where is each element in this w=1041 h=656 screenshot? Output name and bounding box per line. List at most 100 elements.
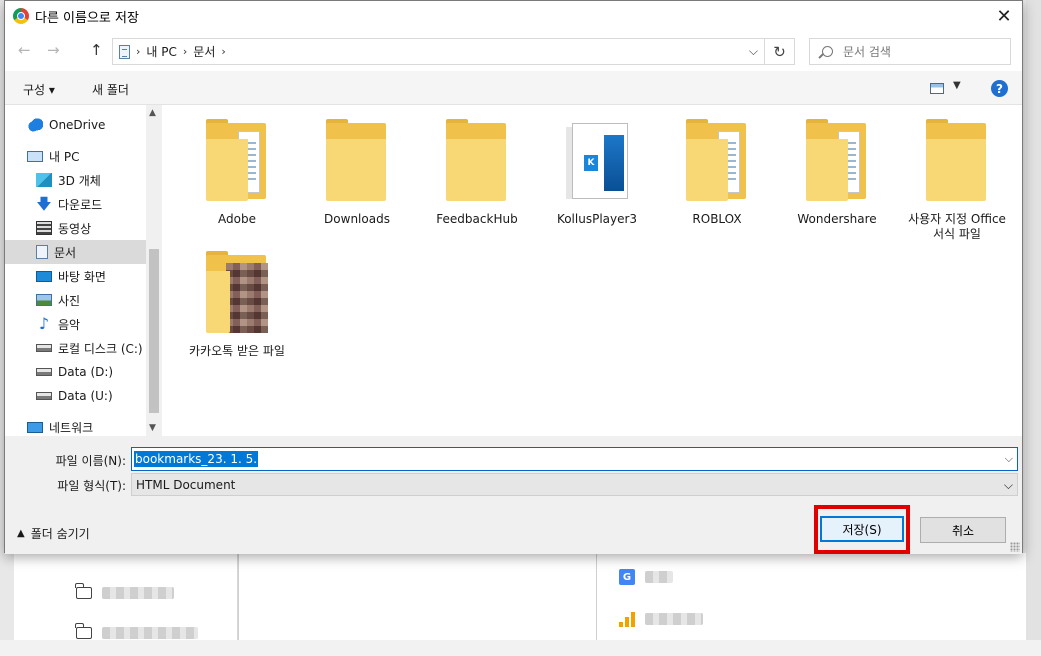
search-icon [822,46,833,57]
analytics-icon [619,611,635,627]
chevron-right-icon[interactable]: › [136,45,140,58]
folder-item-wondershare[interactable]: Wondershare [787,119,887,227]
kollus-app-icon: K [566,123,628,201]
folder-icon [446,119,508,201]
sidebar-item-videos[interactable]: 동영상 [5,216,146,240]
background-scrollbar [1026,0,1041,656]
forward-arrow-icon[interactable]: → [47,41,60,59]
sidebar-item-downloads[interactable]: 🡇 다운로드 [5,192,146,216]
filetype-value: HTML Document [136,477,236,492]
sidebar-item-data-d[interactable]: Data (D:) [5,360,146,384]
folder-item-office-templates[interactable]: 사용자 지정 Office 서식 파일 [907,119,1007,242]
chevron-down-icon[interactable]: ⌵ [1004,478,1013,493]
chevron-down-icon[interactable]: ⌵ [1005,452,1013,466]
download-icon: 🡇 [36,195,52,213]
folder-icon [75,583,92,599]
up-arrow-icon[interactable]: ↑ [90,41,103,59]
sidebar-item-my-pc[interactable]: 내 PC [5,144,146,168]
filetype-select[interactable]: HTML Document ⌵ [131,473,1018,496]
save-as-dialog: 다른 이름으로 저장 ✕ ← → ↑ › 내 PC › 문서 › ⌵ ↻ 문서 … [4,0,1023,554]
filename-field[interactable]: bookmarks_23. 1. 5. ⌵ [131,447,1018,471]
background-row [619,611,703,627]
breadcrumb-my-pc[interactable]: 내 PC [146,43,176,60]
computer-icon [27,150,43,162]
organize-button[interactable]: 구성 ▾ [23,81,55,98]
folder-icon [686,119,748,201]
refresh-button[interactable]: ↻ [765,38,795,65]
cube-icon [36,173,52,187]
address-bar[interactable]: › 내 PC › 문서 › ⌵ [112,38,765,65]
sidebar-item-3d-objects[interactable]: 3D 개체 [5,168,146,192]
file-label: 카카오톡 받은 파일 [189,344,285,358]
sidebar-item-label: 네트워크 [49,420,94,435]
filetype-label: 파일 형식(T): [57,479,126,493]
cloud-icon [27,118,43,132]
folder-item-adobe[interactable]: Adobe [187,119,287,227]
search-input[interactable]: 문서 검색 [809,38,1011,65]
file-label: FeedbackHub [436,212,518,226]
sidebar-item-local-disk-c[interactable]: 로컬 디스크 (C:) [5,336,146,360]
folder-item-roblox[interactable]: ROBLOX [667,119,767,227]
address-row: ← → ↑ › 내 PC › 문서 › ⌵ ↻ 문서 검색 [5,31,1022,71]
chevron-down-icon[interactable]: ⌵ [749,44,758,59]
blurred-text [645,613,703,625]
hide-folders-button[interactable]: ▲ 폴더 숨기기 [17,525,90,542]
scroll-up-icon[interactable]: ▲ [149,108,156,118]
sidebar-item-onedrive[interactable]: OneDrive [27,113,146,137]
view-options-icon[interactable] [930,83,944,94]
document-icon [36,245,48,259]
chevron-up-icon: ▲ [17,528,25,539]
breadcrumb-documents[interactable]: 문서 [193,43,215,60]
sidebar-scrollbar[interactable]: ▲ ▼ [146,105,162,436]
folder-icon [206,119,268,201]
drive-icon [36,344,52,352]
google-translate-icon: G [619,569,635,585]
file-label: 사용자 지정 Office 서식 파일 [908,212,1006,241]
image-folder-icon [206,251,268,333]
background-row [75,623,198,639]
sidebar-item-label: 동영상 [58,221,92,236]
folder-icon [75,623,92,639]
sidebar-item-music[interactable]: ♪ 음악 [5,312,146,336]
chevron-right-icon[interactable]: › [221,45,225,58]
scroll-down-icon[interactable]: ▼ [149,423,156,433]
folder-item-kollusplayer3[interactable]: K KollusPlayer3 [547,123,647,227]
sidebar-item-label: 음악 [58,317,81,332]
filename-label: 파일 이름(N): [55,454,126,468]
sidebar-item-data-u[interactable]: Data (U:) [5,384,146,408]
sidebar-item-documents[interactable]: 문서 [5,240,146,264]
navigation-pane: OneDrive 내 PC 3D 개체 🡇 다운로드 동영상 문서 바탕 화면 [5,105,162,436]
folder-item-feedbackhub[interactable]: FeedbackHub [427,119,527,227]
back-arrow-icon[interactable]: ← [18,41,31,59]
save-options-panel: 파일 이름(N): bookmarks_23. 1. 5. ⌵ 파일 형식(T)… [5,436,1022,554]
filename-value[interactable]: bookmarks_23. 1. 5. [134,451,259,467]
help-icon[interactable]: ? [991,80,1008,97]
resize-grip[interactable] [1010,542,1020,552]
folder-item-kakaotalk[interactable]: 카카오톡 받은 파일 [187,251,287,359]
sidebar-item-pictures[interactable]: 사진 [5,288,146,312]
background-bottom-strip [0,640,1041,656]
music-icon: ♪ [38,314,50,333]
sidebar-item-label: OneDrive [49,118,106,132]
sidebar-item-label: 사진 [58,293,81,308]
drive-icon [36,368,52,376]
background-row [75,583,174,599]
sidebar-item-label: Data (D:) [58,365,114,379]
save-button[interactable]: 저장(S) [820,516,904,542]
video-icon [36,221,52,235]
new-folder-button[interactable]: 새 폴더 [92,81,129,98]
background-row: G [619,569,673,585]
close-button[interactable]: ✕ [990,3,1018,29]
sidebar-item-label: 바탕 화면 [58,269,106,284]
sidebar-item-label: 문서 [54,245,77,260]
scrollbar-thumb[interactable] [149,249,159,413]
sidebar-item-label: 내 PC [49,149,80,164]
folder-item-downloads[interactable]: Downloads [307,119,407,227]
file-label: KollusPlayer3 [556,212,638,226]
chevron-right-icon[interactable]: › [183,45,187,58]
toolbar: 구성 ▾ 새 폴더 ▼ ? [5,71,1022,105]
cancel-button[interactable]: 취소 [920,517,1006,543]
caret-down-icon[interactable]: ▼ [953,80,961,91]
sidebar-item-desktop[interactable]: 바탕 화면 [5,264,146,288]
refresh-icon: ↻ [773,42,786,61]
